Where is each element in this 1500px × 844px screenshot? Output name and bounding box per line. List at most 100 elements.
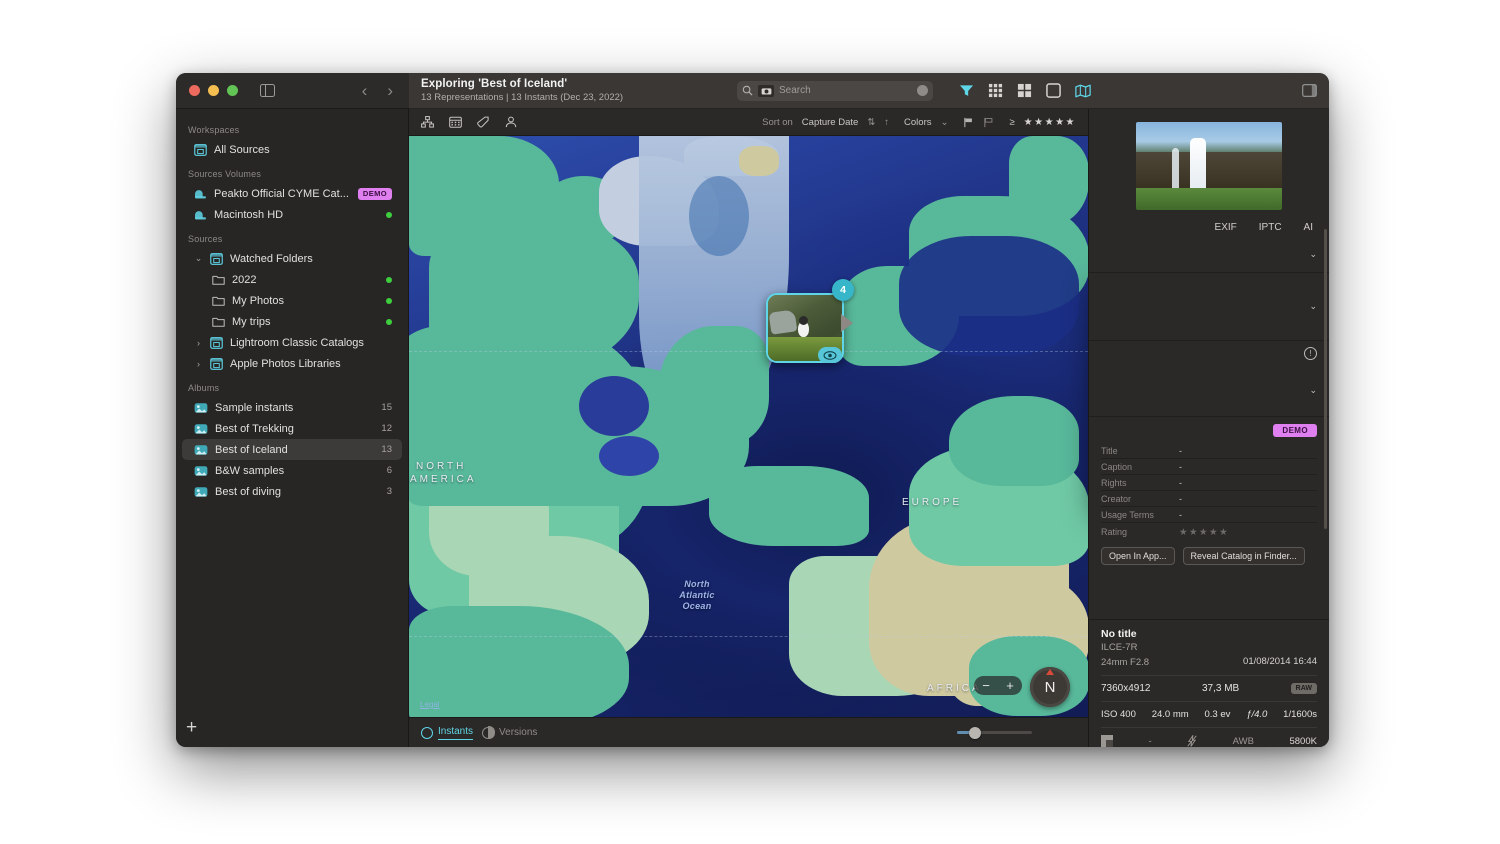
metadata-row-usage-terms[interactable]: Usage Terms - bbox=[1101, 507, 1317, 523]
sidebar-item-count: 15 bbox=[381, 402, 392, 413]
metadata-section-1[interactable]: ⌄ bbox=[1089, 237, 1329, 273]
add-button[interactable]: + bbox=[186, 718, 197, 737]
sort-value[interactable]: Capture Date bbox=[802, 117, 859, 128]
back-button[interactable]: ‹ bbox=[362, 81, 368, 101]
metadata-row-caption[interactable]: Caption - bbox=[1101, 459, 1317, 475]
sort-direction-icon[interactable]: ↑ bbox=[884, 117, 889, 128]
gps-value: - bbox=[1148, 735, 1152, 747]
sidebar-section-albums: Albums bbox=[188, 383, 220, 393]
sidebar-item-all-sources[interactable]: All Sources bbox=[182, 139, 402, 160]
metadata-row-title[interactable]: Title - bbox=[1101, 443, 1317, 459]
map-canvas[interactable]: NORTH AMERICA EUROPE AFRICA North Atlant… bbox=[409, 136, 1088, 717]
hierarchy-icon[interactable] bbox=[421, 116, 434, 128]
filter-funnel-icon[interactable] bbox=[959, 83, 974, 98]
calendar-icon[interactable] bbox=[449, 116, 462, 128]
metadata-section-3[interactable]: ⌄ bbox=[1089, 365, 1329, 417]
demo-badge: DEMO bbox=[1273, 423, 1317, 437]
chevron-down-icon[interactable]: ⌄ bbox=[1309, 385, 1317, 396]
colors-label[interactable]: Colors bbox=[904, 117, 931, 128]
compass-icon[interactable]: N bbox=[1030, 667, 1070, 707]
chevron-right-icon[interactable]: › bbox=[194, 359, 203, 369]
nav-arrows[interactable]: ‹ › bbox=[362, 81, 393, 101]
sidebar-item-best-of-iceland[interactable]: Best of Iceland 13 bbox=[182, 439, 402, 460]
sidebar-item-best-of-diving[interactable]: Best of diving 3 bbox=[182, 481, 402, 502]
filter-bar-icons[interactable] bbox=[421, 116, 517, 128]
sidebar-item-my-trips[interactable]: My trips bbox=[182, 311, 402, 332]
legal-link[interactable]: Legal bbox=[420, 700, 440, 709]
sidebar-item-macintosh-hd[interactable]: Macintosh HD bbox=[182, 204, 402, 225]
metadata-section-2[interactable]: ⌄ bbox=[1089, 273, 1329, 341]
right-panel-toggle-icon[interactable] bbox=[1302, 84, 1317, 97]
info-icon[interactable]: ! bbox=[1304, 346, 1317, 360]
sidebar-item-my-photos[interactable]: My Photos bbox=[182, 290, 402, 311]
metadata-tabs[interactable]: EXIF IPTC AI bbox=[1089, 217, 1329, 237]
single-view-icon[interactable] bbox=[1046, 83, 1061, 98]
close-button[interactable] bbox=[189, 85, 200, 96]
chevron-right-icon[interactable]: › bbox=[194, 338, 203, 348]
chevron-down-icon[interactable]: ⌄ bbox=[1309, 249, 1317, 260]
minimize-button[interactable] bbox=[208, 85, 219, 96]
eye-icon[interactable] bbox=[818, 347, 842, 363]
sidebar-item-label: Sample instants bbox=[215, 401, 294, 414]
tab-exif[interactable]: EXIF bbox=[1215, 222, 1237, 233]
sidebar-item-best-of-trekking[interactable]: Best of Trekking 12 bbox=[182, 418, 402, 439]
map-zoom-controls[interactable]: − + bbox=[974, 676, 1022, 695]
zoom-in-button[interactable]: + bbox=[1006, 678, 1014, 693]
chevron-down-icon[interactable]: ⌄ bbox=[194, 253, 203, 264]
sidebar-item-sample-instants[interactable]: Sample instants 15 bbox=[182, 397, 402, 418]
sidebar-item-apple-photos-libraries[interactable]: › Apple Photos Libraries bbox=[182, 353, 402, 374]
metadata-value: - bbox=[1179, 445, 1182, 456]
preview-image[interactable] bbox=[1136, 122, 1282, 210]
tag-icon[interactable] bbox=[477, 116, 490, 128]
cluster-count-badge: 4 bbox=[832, 279, 854, 301]
rating-stars[interactable]: ★★★★★ bbox=[1024, 117, 1076, 128]
sidebar-item-label: Best of Trekking bbox=[215, 422, 294, 435]
zoom-out-button[interactable]: − bbox=[982, 678, 990, 693]
rating-operator[interactable]: ≥ bbox=[1009, 117, 1014, 128]
sidebar-item-watched-folders[interactable]: ⌄ Watched Folders bbox=[182, 248, 402, 269]
chevron-down-icon[interactable]: ⌄ bbox=[1309, 301, 1317, 312]
album-icon bbox=[194, 486, 208, 498]
sidebar-item-count: 6 bbox=[386, 465, 392, 476]
sort-stepper-icon[interactable]: ⇅ bbox=[867, 117, 875, 128]
map-view[interactable]: NORTH AMERICA EUROPE AFRICA North Atlant… bbox=[409, 136, 1088, 717]
search-input[interactable]: Search bbox=[737, 80, 933, 101]
album-icon bbox=[194, 465, 208, 477]
flag-outline-icon[interactable] bbox=[983, 117, 994, 128]
status-dot-online bbox=[386, 318, 392, 325]
view-mode-buttons[interactable] bbox=[959, 83, 1091, 98]
tab-versions[interactable]: Versions bbox=[482, 726, 537, 739]
tab-instants[interactable]: Instants bbox=[421, 726, 474, 740]
sidebar-toggle-icon[interactable] bbox=[260, 84, 275, 97]
reveal-catalog-in-finder-button[interactable]: Reveal Catalog in Finder... bbox=[1182, 547, 1305, 565]
grid-small-icon[interactable] bbox=[988, 83, 1003, 98]
metadata-row-rating[interactable]: Rating ★★★★★ bbox=[1101, 523, 1317, 541]
metadata-row-creator[interactable]: Creator - bbox=[1101, 491, 1317, 507]
open-in-app-button[interactable]: Open In App... bbox=[1101, 547, 1175, 565]
rock-shape bbox=[768, 309, 798, 335]
zoom-button[interactable] bbox=[227, 85, 238, 96]
search-scope-icon[interactable] bbox=[758, 84, 774, 97]
search-clear-icon[interactable] bbox=[917, 85, 928, 96]
person-icon[interactable] bbox=[505, 116, 517, 128]
metadata-row-rights[interactable]: Rights - bbox=[1101, 475, 1317, 491]
forward-button[interactable]: › bbox=[387, 81, 393, 101]
title-bar-main: Exploring 'Best of Iceland' 13 Represent… bbox=[409, 73, 1329, 109]
sidebar-item-2022[interactable]: 2022 bbox=[182, 269, 402, 290]
slider-knob[interactable] bbox=[969, 726, 981, 739]
flag-icon[interactable] bbox=[963, 117, 974, 128]
sidebar-item-peakto-catalog[interactable]: Peakto Official CYME Cat... DEMO bbox=[182, 183, 402, 204]
chevron-down-icon[interactable]: ⌄ bbox=[940, 117, 948, 128]
rating-stars[interactable]: ★★★★★ bbox=[1179, 527, 1229, 538]
sidebar-item-lightroom-catalogs[interactable]: › Lightroom Classic Catalogs bbox=[182, 332, 402, 353]
tab-ai[interactable]: AI bbox=[1304, 222, 1313, 233]
map-view-icon[interactable] bbox=[1075, 84, 1091, 98]
right-panel-scrollbar[interactable] bbox=[1324, 229, 1327, 529]
tab-iptc[interactable]: IPTC bbox=[1259, 222, 1282, 233]
thumbnail-size-slider[interactable] bbox=[957, 726, 1032, 739]
demo-row: DEMO bbox=[1089, 417, 1329, 443]
grid-large-icon[interactable] bbox=[1017, 83, 1032, 98]
sidebar-item-label: Best of Iceland bbox=[215, 443, 288, 456]
traffic-lights[interactable] bbox=[189, 85, 238, 96]
sidebar-item-bw-samples[interactable]: B&W samples 6 bbox=[182, 460, 402, 481]
